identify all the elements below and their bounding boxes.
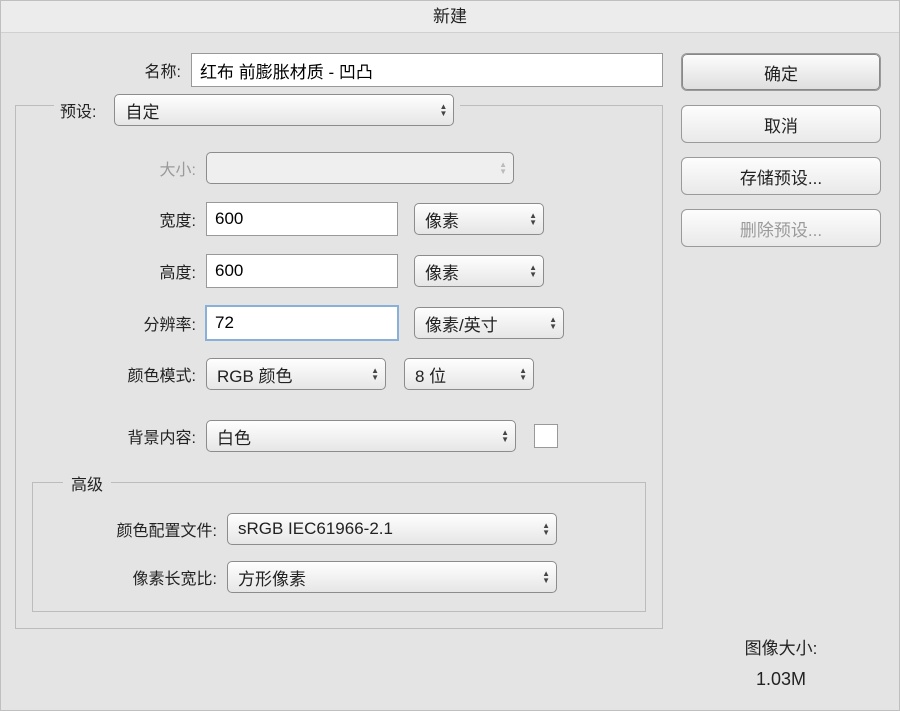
- height-unit-select[interactable]: 像素 ▲▼: [414, 255, 544, 287]
- preset-select[interactable]: 自定 ▲▼: [114, 94, 454, 126]
- bgcontent-value: 白色: [217, 424, 251, 449]
- cancel-button[interactable]: 取消: [681, 105, 881, 143]
- resolution-input[interactable]: [206, 306, 398, 340]
- preset-fieldset: 预设: 自定 ▲▼ 大小: ▲▼ 宽度:: [15, 105, 663, 629]
- dialog-title: 新建: [1, 1, 899, 33]
- name-input[interactable]: [191, 53, 663, 87]
- colorprofile-select[interactable]: sRGB IEC61966-2.1 ▲▼: [227, 513, 557, 545]
- height-row: 高度: 像素 ▲▼: [32, 254, 646, 288]
- width-input[interactable]: [206, 202, 398, 236]
- save-preset-button[interactable]: 存储预设...: [681, 157, 881, 195]
- updown-icon: ▲▼: [529, 212, 537, 226]
- left-panel: 名称: 预设: 自定 ▲▼ 大小: ▲▼: [15, 53, 663, 690]
- bitdepth-select[interactable]: 8 位 ▲▼: [404, 358, 534, 390]
- updown-icon: ▲▼: [371, 367, 379, 381]
- ok-button[interactable]: 确定: [681, 53, 881, 91]
- advanced-legend: 高级: [63, 471, 111, 495]
- height-unit-value: 像素: [425, 259, 459, 284]
- colormode-select[interactable]: RGB 颜色 ▲▼: [206, 358, 386, 390]
- height-input[interactable]: [206, 254, 398, 288]
- size-row: 大小: ▲▼: [32, 152, 646, 184]
- pixelaspect-select[interactable]: 方形像素 ▲▼: [227, 561, 557, 593]
- updown-icon: ▲▼: [542, 522, 550, 536]
- name-label: 名称:: [15, 58, 191, 82]
- imagesize-block: 图像大小: 1.03M: [681, 404, 881, 690]
- colormode-value: RGB 颜色: [217, 362, 293, 387]
- pixelaspect-label: 像素长宽比:: [49, 565, 227, 589]
- resolution-unit-value: 像素/英寸: [425, 311, 498, 336]
- advanced-fieldset: 高级 颜色配置文件: sRGB IEC61966-2.1 ▲▼ 像素长宽比: 方…: [32, 482, 646, 612]
- bgcolor-swatch[interactable]: [534, 424, 558, 448]
- updown-icon: ▲▼: [549, 316, 557, 330]
- imagesize-label: 图像大小:: [681, 634, 881, 659]
- bitdepth-value: 8 位: [415, 362, 446, 387]
- pixelaspect-row: 像素长宽比: 方形像素 ▲▼: [49, 561, 629, 593]
- name-row: 名称:: [15, 53, 663, 87]
- resolution-unit-select[interactable]: 像素/英寸 ▲▼: [414, 307, 564, 339]
- size-select: ▲▼: [206, 152, 514, 184]
- bgcontent-select[interactable]: 白色 ▲▼: [206, 420, 516, 452]
- bgcontent-label: 背景内容:: [32, 424, 206, 448]
- updown-icon: ▲▼: [542, 570, 550, 584]
- size-label: 大小:: [32, 156, 206, 180]
- height-label: 高度:: [32, 259, 206, 283]
- updown-icon: ▲▼: [519, 367, 527, 381]
- pixelaspect-value: 方形像素: [238, 565, 306, 590]
- colormode-row: 颜色模式: RGB 颜色 ▲▼ 8 位 ▲▼: [32, 358, 646, 390]
- colorprofile-label: 颜色配置文件:: [49, 517, 227, 541]
- resolution-row: 分辨率: 像素/英寸 ▲▼: [32, 306, 646, 340]
- width-row: 宽度: 像素 ▲▼: [32, 202, 646, 236]
- dialog-body: 名称: 预设: 自定 ▲▼ 大小: ▲▼: [1, 33, 899, 710]
- width-unit-select[interactable]: 像素 ▲▼: [414, 203, 544, 235]
- width-unit-value: 像素: [425, 207, 459, 232]
- new-document-dialog: 新建 名称: 预设: 自定 ▲▼ 大小:: [0, 0, 900, 711]
- resolution-label: 分辨率:: [32, 311, 206, 335]
- updown-icon: ▲▼: [529, 264, 537, 278]
- updown-icon: ▲▼: [499, 161, 507, 175]
- colormode-label: 颜色模式:: [32, 362, 206, 386]
- colorprofile-value: sRGB IEC61966-2.1: [238, 519, 393, 539]
- width-label: 宽度:: [32, 207, 206, 231]
- delete-preset-button: 删除预设...: [681, 209, 881, 247]
- updown-icon: ▲▼: [440, 103, 448, 117]
- bgcontent-row: 背景内容: 白色 ▲▼: [32, 420, 646, 452]
- colorprofile-row: 颜色配置文件: sRGB IEC61966-2.1 ▲▼: [49, 513, 629, 545]
- updown-icon: ▲▼: [501, 429, 509, 443]
- right-panel: 确定 取消 存储预设... 删除预设... 图像大小: 1.03M: [681, 53, 881, 690]
- preset-legend: 预设: 自定 ▲▼: [54, 94, 460, 126]
- preset-value: 自定: [125, 98, 159, 123]
- preset-label: 预设:: [60, 98, 106, 122]
- imagesize-value: 1.03M: [681, 669, 881, 690]
